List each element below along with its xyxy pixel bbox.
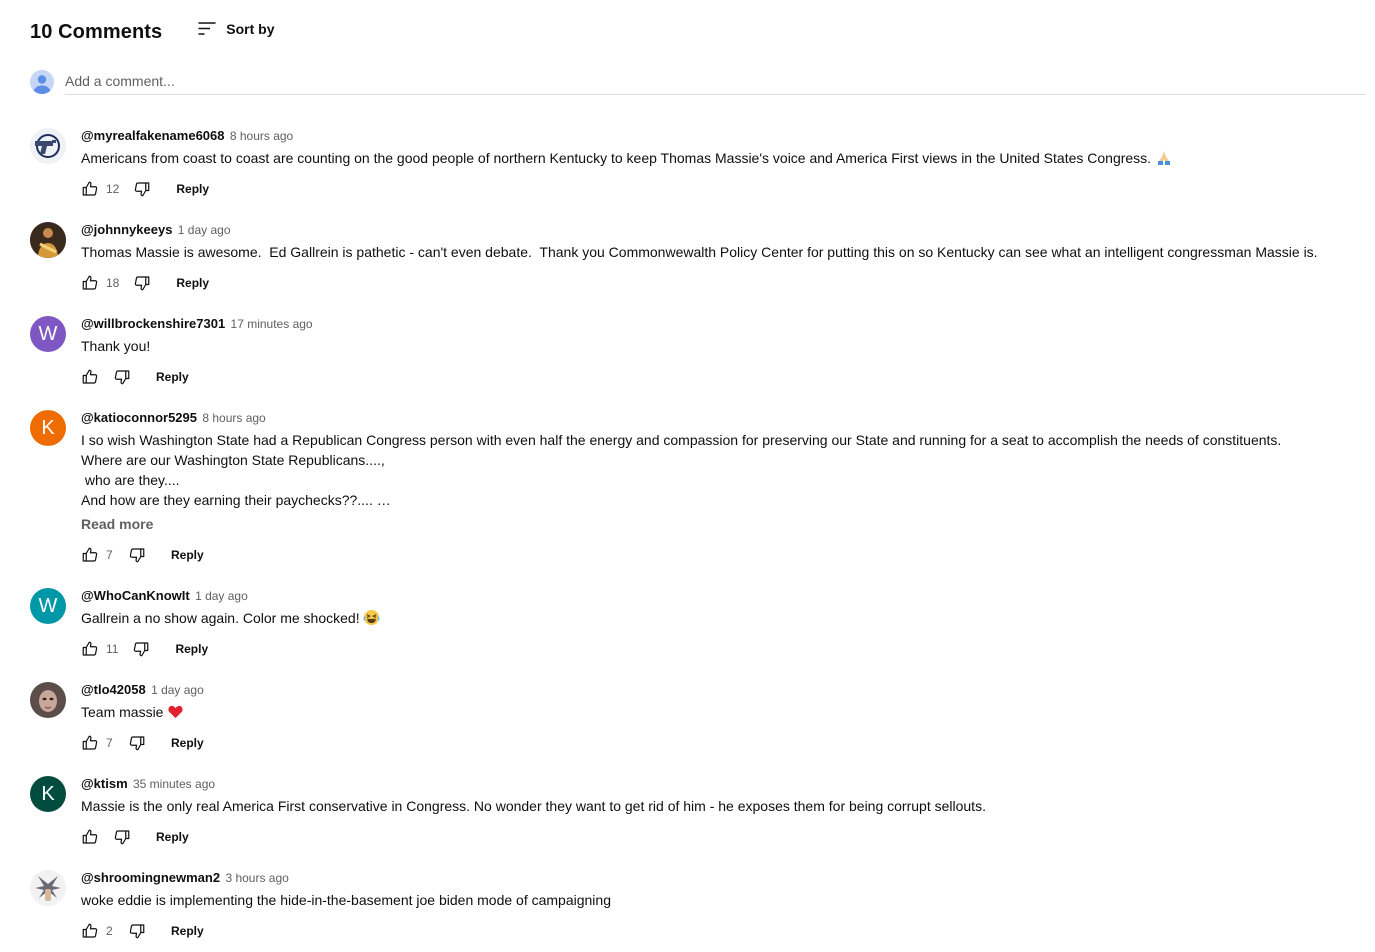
comment-time[interactable]: 1 day ago	[195, 589, 248, 603]
like-icon[interactable]	[81, 828, 99, 846]
read-more-button[interactable]: Read more	[81, 514, 1366, 534]
avatar[interactable]	[30, 222, 66, 258]
comment-text: woke eddie is implementing the hide-in-t…	[81, 892, 611, 908]
like-count: 18	[106, 276, 120, 290]
avatar-letter: W	[38, 322, 58, 345]
reply-button[interactable]: Reply	[176, 182, 209, 196]
comment-text: Americans from coast to coast are counti…	[81, 148, 1366, 168]
reply-button[interactable]: Reply	[156, 370, 189, 384]
mushroom-avatar-image	[30, 870, 66, 906]
add-comment-row	[30, 68, 1366, 96]
comment-text: Gallrein a no show again. Color me shock…	[81, 608, 1366, 628]
avatar[interactable]	[30, 682, 66, 718]
comment-time[interactable]: 17 minutes ago	[231, 317, 313, 331]
like-count: 11	[106, 642, 119, 656]
comment-author[interactable]: @WhoCanKnowIt	[81, 588, 190, 603]
add-comment-input[interactable]	[65, 68, 1366, 95]
sort-icon	[198, 22, 216, 35]
comment-author[interactable]: @shroomingnewman2	[81, 870, 220, 885]
like-icon[interactable]	[81, 274, 99, 292]
like-icon[interactable]	[81, 368, 99, 386]
reply-button[interactable]: Reply	[171, 924, 204, 938]
avatar-letter: K	[41, 416, 55, 439]
dislike-icon[interactable]	[133, 274, 151, 292]
avatar[interactable]: W	[30, 588, 66, 624]
dislike-icon[interactable]	[128, 546, 146, 564]
like-count: 7	[106, 548, 113, 562]
comments-header: 10 Comments Sort by	[30, 14, 275, 50]
avatar[interactable]: K	[30, 776, 66, 812]
comment-time[interactable]: 1 day ago	[178, 223, 231, 237]
like-count: 12	[106, 182, 120, 196]
default-user-icon	[30, 70, 54, 94]
like-icon[interactable]	[81, 640, 99, 658]
comment-text-body: Team massie	[81, 704, 168, 720]
reply-button[interactable]: Reply	[171, 736, 204, 750]
dislike-icon[interactable]	[128, 922, 146, 940]
like-icon[interactable]	[81, 546, 99, 564]
avatar[interactable]: K	[30, 410, 66, 446]
comment-author[interactable]: @willbrockenshire7301	[81, 316, 225, 331]
user-avatar	[30, 70, 54, 94]
like-icon[interactable]	[81, 734, 99, 752]
comment-text: Team massie	[81, 702, 1366, 722]
like-icon[interactable]	[81, 922, 99, 940]
gun-avatar-image	[30, 128, 66, 164]
dislike-icon[interactable]	[128, 734, 146, 752]
like-icon[interactable]	[81, 180, 99, 198]
guitarist-avatar-image	[30, 222, 66, 258]
comment-author[interactable]: @katioconnor5295	[81, 410, 197, 425]
dislike-icon[interactable]	[113, 828, 131, 846]
comment-time[interactable]: 8 hours ago	[202, 411, 265, 425]
comment-time[interactable]: 3 hours ago	[225, 871, 288, 885]
avatar[interactable]	[30, 128, 66, 164]
dislike-icon[interactable]	[133, 180, 151, 198]
avatar-letter: K	[41, 782, 55, 805]
reply-button[interactable]: Reply	[175, 642, 208, 656]
comment-time[interactable]: 8 hours ago	[230, 129, 293, 143]
comment-text: Thomas Massie is awesome. Ed Gallrein is…	[81, 244, 1318, 260]
avatar[interactable]	[30, 870, 66, 906]
folded-hands-emoji	[1157, 151, 1170, 165]
comment-text-body: Americans from coast to coast are counti…	[81, 150, 1155, 166]
avatar[interactable]: W	[30, 316, 66, 352]
comment-text: Massie is the only real America First co…	[81, 798, 986, 814]
comment-author[interactable]: @ktism	[81, 776, 128, 791]
sort-button[interactable]: Sort by	[196, 18, 275, 40]
dislike-icon[interactable]	[113, 368, 131, 386]
comment-author[interactable]: @tlo42058	[81, 682, 146, 697]
reply-button[interactable]: Reply	[176, 276, 209, 290]
reply-button[interactable]: Reply	[156, 830, 189, 844]
avatar-letter: W	[38, 594, 58, 617]
reply-button[interactable]: Reply	[171, 548, 204, 562]
like-count: 2	[106, 924, 113, 938]
laughing-face-emoji	[363, 609, 381, 626]
comment-author[interactable]: @johnnykeeys	[81, 222, 172, 237]
comment-text: I so wish Washington State had a Republi…	[81, 432, 1282, 508]
comment-time[interactable]: 35 minutes ago	[133, 777, 215, 791]
sort-label: Sort by	[226, 21, 275, 37]
comment-text-body: Gallrein a no show again. Color me shock…	[81, 610, 364, 626]
red-heart-emoji	[168, 705, 183, 719]
portrait-avatar-image	[30, 682, 66, 718]
comment-time[interactable]: 1 day ago	[151, 683, 204, 697]
comments-count: 10 Comments	[30, 20, 163, 43]
like-count: 7	[106, 736, 113, 750]
comment-text: Thank you!	[81, 338, 151, 354]
dislike-icon[interactable]	[132, 640, 150, 658]
comment-author[interactable]: @myrealfakename6068	[81, 128, 225, 143]
